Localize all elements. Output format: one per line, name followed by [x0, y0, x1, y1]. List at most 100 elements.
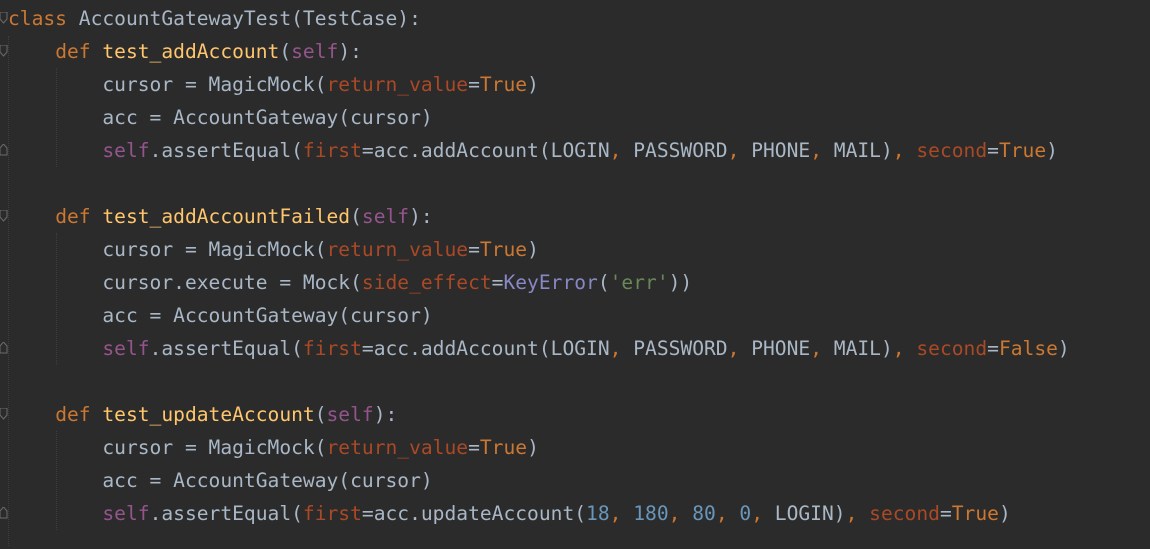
- code-token: return_value: [326, 238, 469, 261]
- code-editor[interactable]: class AccountGatewayTest(TestCase): def …: [0, 0, 1150, 549]
- code-token: test_updateAccount: [102, 403, 315, 426]
- code-line[interactable]: def test_updateAccount(self):: [8, 398, 397, 431]
- code-token: True: [479, 238, 528, 261]
- code-token: (: [279, 40, 292, 63]
- code-token: test_addAccount: [102, 40, 280, 63]
- code-token: =: [468, 73, 480, 96]
- code-token: ): [1057, 337, 1070, 360]
- code-token: acc = AccountGateway(cursor): [8, 106, 433, 129]
- code-token: )): [668, 271, 693, 294]
- code-line[interactable]: cursor.execute = Mock(side_effect=KeyErr…: [8, 266, 692, 299]
- code-token: =: [468, 436, 480, 459]
- code-line[interactable]: acc = AccountGateway(cursor): [8, 101, 433, 134]
- code-line[interactable]: cursor = MagicMock(return_value=True): [8, 68, 539, 101]
- code-token: .assertEqual(: [149, 139, 303, 162]
- code-token: =acc.addAccount(LOGIN: [361, 139, 610, 162]
- code-token: True: [479, 436, 528, 459]
- code-token: second: [869, 502, 940, 525]
- code-token: .assertEqual(: [149, 337, 303, 360]
- code-token: ,: [609, 337, 622, 360]
- code-token: ,: [751, 502, 763, 525]
- code-token: acc = AccountGateway(cursor): [8, 304, 433, 327]
- code-token: ,: [715, 502, 728, 525]
- code-token: PASSWORD: [621, 337, 728, 360]
- code-token: ,: [609, 502, 622, 525]
- code-token: def: [55, 403, 91, 426]
- code-token: self: [102, 139, 150, 162]
- fold-icon[interactable]: [0, 12, 8, 24]
- code-token: self: [102, 337, 150, 360]
- code-token: (: [350, 205, 362, 228]
- code-token: ,: [609, 139, 622, 162]
- code-token: =: [939, 502, 952, 525]
- code-line[interactable]: def test_addAccountFailed(self):: [8, 200, 433, 233]
- code-token: return_value: [326, 73, 469, 96]
- code-token: self: [361, 205, 410, 228]
- code-token: first: [302, 502, 362, 525]
- code-token: =: [987, 337, 999, 360]
- fold-icon[interactable]: [0, 210, 8, 222]
- code-token: second: [916, 139, 988, 162]
- code-line[interactable]: self.assertEqual(first=acc.addAccount(LO…: [8, 332, 1070, 365]
- code-token: ,: [668, 502, 681, 525]
- code-token: =: [987, 139, 999, 162]
- code-token: =acc.updateAccount(: [361, 502, 587, 525]
- code-token: ):: [409, 205, 433, 228]
- code-token: True: [951, 502, 999, 525]
- code-line[interactable]: self.assertEqual(first=acc.addAccount(LO…: [8, 134, 1058, 167]
- fold-icon[interactable]: [0, 408, 8, 420]
- code-line[interactable]: self.assertEqual(first=acc.updateAccount…: [8, 497, 1010, 530]
- code-line[interactable]: cursor = MagicMock(return_value=True): [8, 233, 539, 266]
- code-token: ,: [845, 502, 858, 525]
- code-token: class: [8, 7, 67, 30]
- code-token: ,: [810, 139, 822, 162]
- code-line[interactable]: cursor = MagicMock(return_value=True): [8, 431, 539, 464]
- code-token: cursor.execute = Mock(: [8, 271, 362, 294]
- code-token: first: [302, 337, 362, 360]
- code-token: =acc.addAccount(LOGIN: [361, 337, 610, 360]
- code-token: PASSWORD: [621, 139, 728, 162]
- code-token: AccountGatewayTest(TestCase):: [66, 7, 421, 30]
- code-token: MAIL): [821, 139, 893, 162]
- code-token: acc = AccountGateway(cursor): [8, 469, 433, 492]
- code-token: def: [55, 40, 91, 63]
- fold-icon[interactable]: [0, 45, 8, 57]
- code-token: ): [527, 238, 539, 261]
- code-token: self: [291, 40, 339, 63]
- code-token: (: [597, 271, 610, 294]
- code-token: cursor = MagicMock(: [8, 73, 327, 96]
- code-token: ): [527, 73, 539, 96]
- code-token: cursor = MagicMock(: [8, 238, 327, 261]
- code-token: self: [102, 502, 150, 525]
- code-line[interactable]: def test_addAccount(self):: [8, 35, 362, 68]
- code-token: ,: [810, 337, 822, 360]
- code-token: PHONE: [739, 139, 811, 162]
- code-token: =: [468, 238, 480, 261]
- code-token: test_addAccountFailed: [102, 205, 351, 228]
- code-token: def: [55, 205, 91, 228]
- code-line[interactable]: acc = AccountGateway(cursor): [8, 299, 433, 332]
- code-token: MAIL): [821, 337, 893, 360]
- code-token: ):: [373, 403, 398, 426]
- code-token: ,: [727, 337, 740, 360]
- code-token: ,: [727, 139, 740, 162]
- fold-end-icon[interactable]: [0, 342, 8, 354]
- code-line[interactable]: class AccountGatewayTest(TestCase):: [8, 2, 421, 35]
- code-line[interactable]: acc = AccountGateway(cursor): [8, 464, 433, 497]
- code-token: ):: [338, 40, 362, 63]
- code-token: True: [479, 73, 528, 96]
- fold-end-icon[interactable]: [0, 507, 8, 519]
- fold-end-icon[interactable]: [0, 144, 8, 156]
- code-token: self: [326, 403, 374, 426]
- code-token: 'err': [609, 271, 669, 294]
